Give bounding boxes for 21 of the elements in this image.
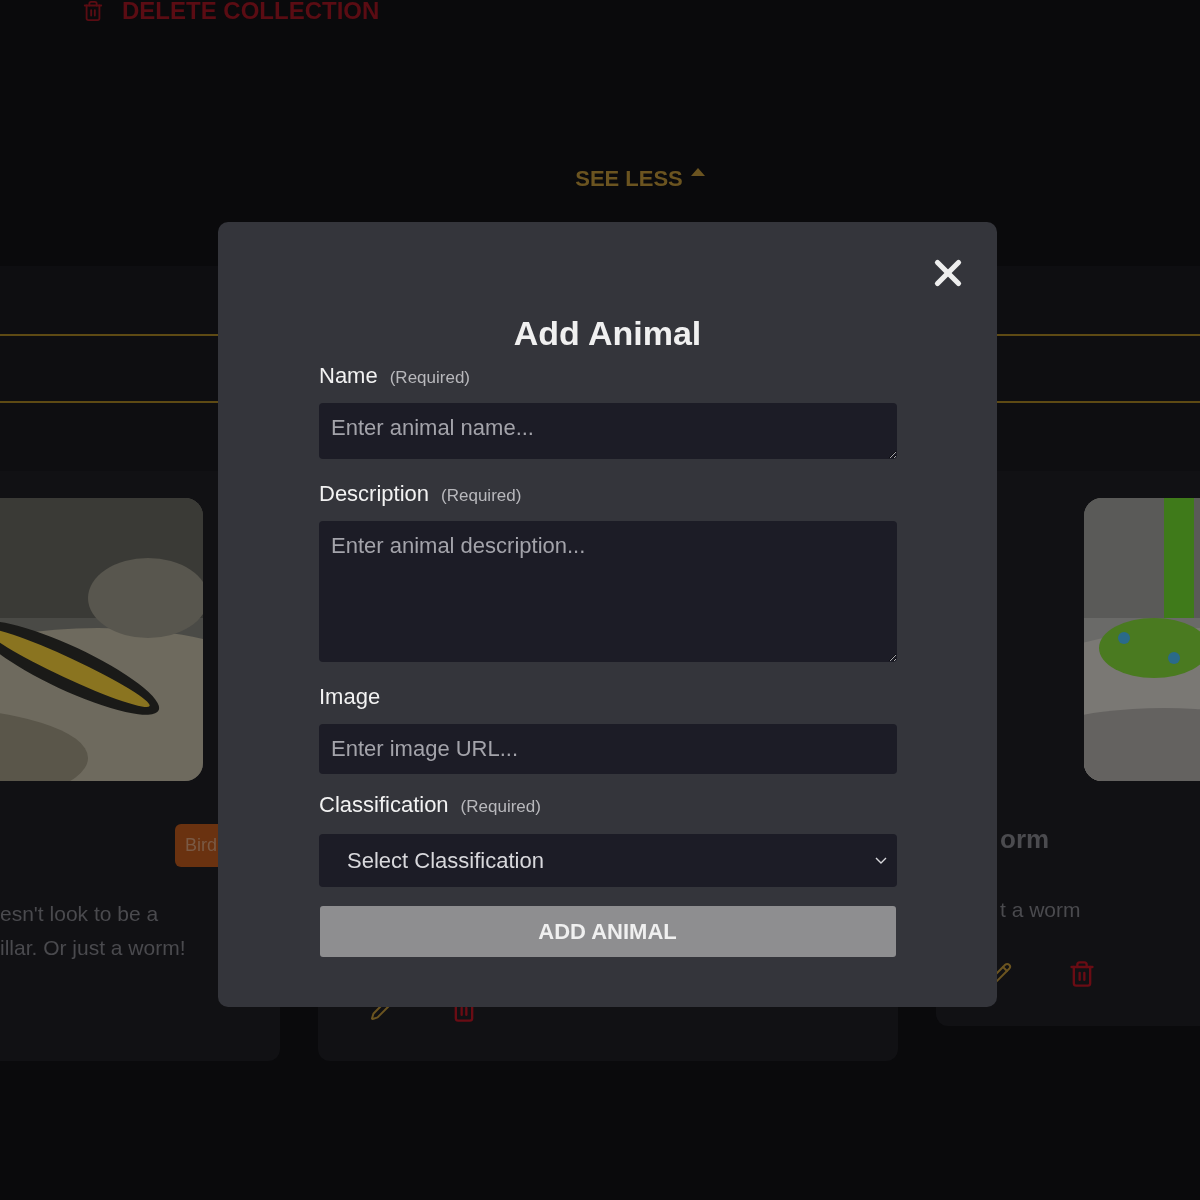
required-hint: (Required) xyxy=(460,797,541,817)
text-area-field[interactable]: Enter animal description... xyxy=(319,521,897,662)
chevron-icon xyxy=(875,857,887,864)
required-hint: (Required) xyxy=(389,368,470,388)
caret-up-icon xyxy=(690,168,705,176)
animal-title: orm xyxy=(1000,824,1051,855)
field-label: Classification xyxy=(319,792,449,818)
required-hint: (Required) xyxy=(441,486,522,506)
field-label: Image xyxy=(319,684,381,710)
trash-icon[interactable] xyxy=(1068,960,1096,988)
input-field[interactable]: Enter image URL... xyxy=(319,724,897,774)
animal-description: esn't look to be a illar. Or just a worm! xyxy=(0,901,187,961)
text-area-field[interactable]: Enter animal name... xyxy=(319,403,897,459)
field-label: Name xyxy=(319,363,378,389)
add-animal-button[interactable]: ADD ANIMAL xyxy=(319,906,896,957)
trash-icon xyxy=(82,0,104,22)
see-less-link[interactable]: SEE LESS xyxy=(575,166,705,192)
classification-select[interactable]: Select Classification xyxy=(319,834,897,887)
modal-title: Add Animal xyxy=(513,314,702,353)
field-label: Description xyxy=(319,481,430,507)
animal-description: t a worm xyxy=(1000,897,1082,923)
